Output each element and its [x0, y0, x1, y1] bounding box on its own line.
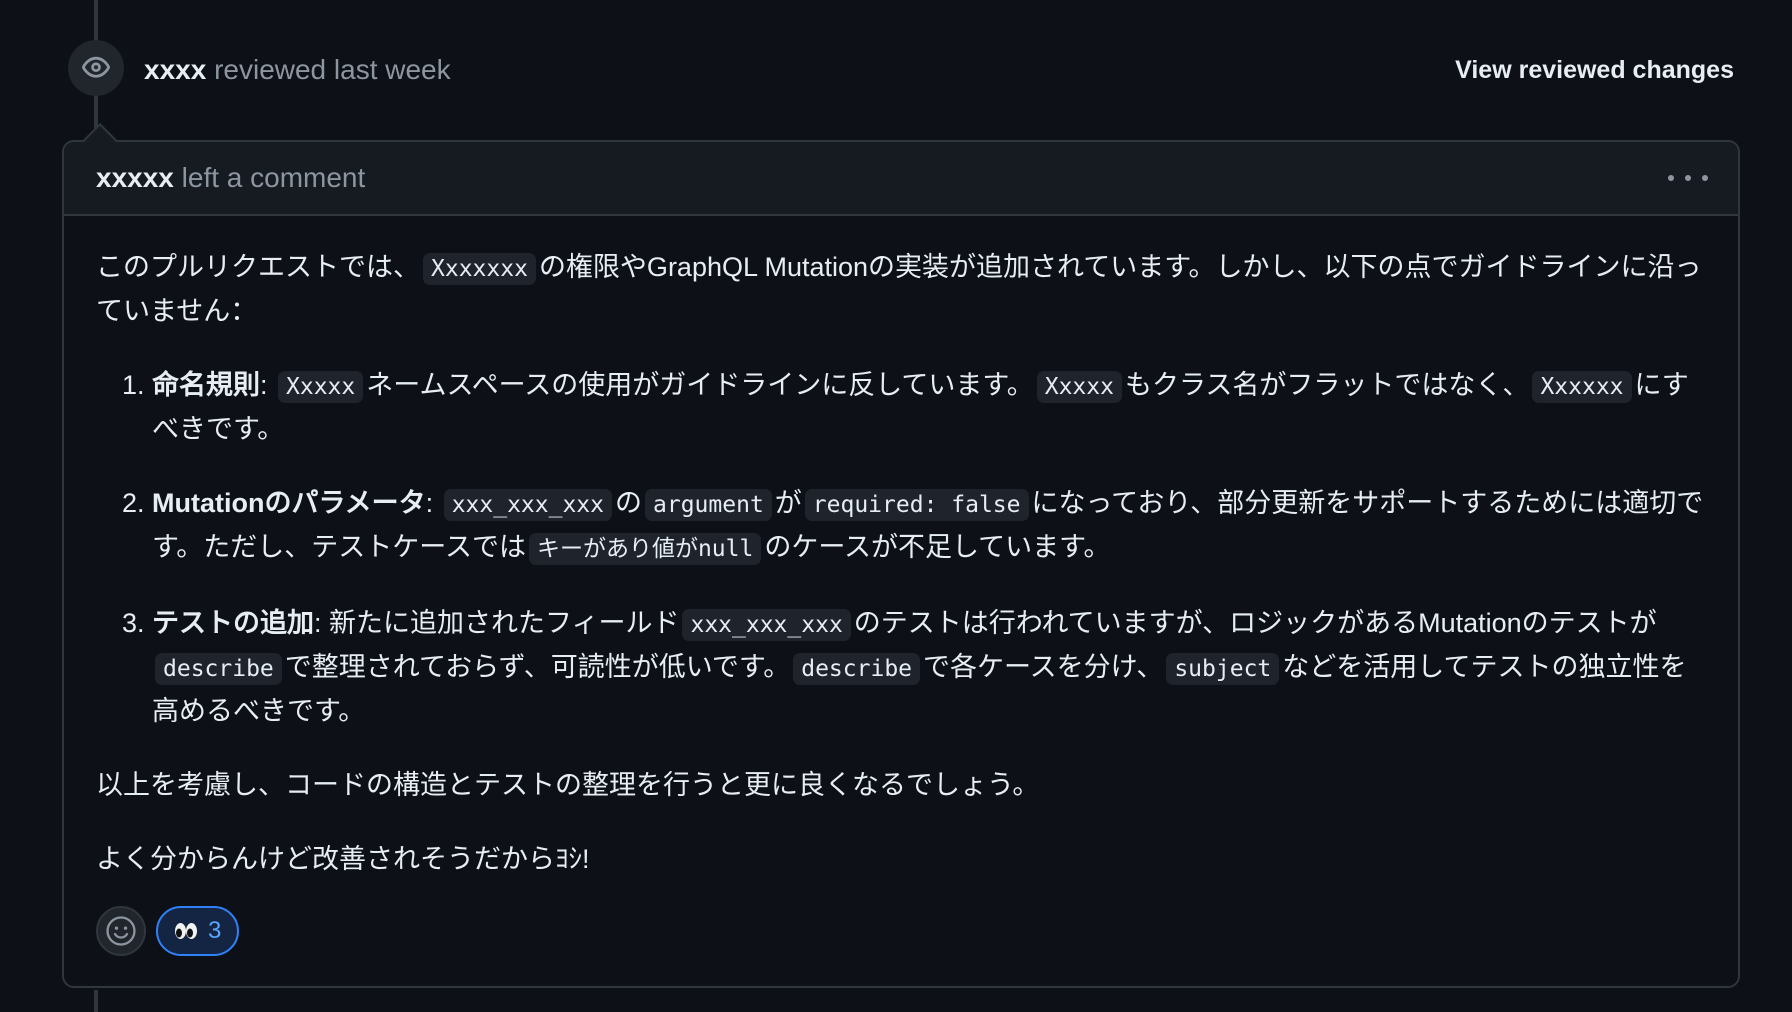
inline-code: Xxxxx [278, 371, 364, 403]
inline-code: xxx_xxx_xxx [443, 489, 613, 521]
reactions-bar: 3 [96, 906, 240, 956]
issue-text: のテストは行われていますが、ロジックがあるMutationのテストが [853, 608, 1657, 638]
inline-code: argument [645, 489, 772, 521]
inline-code: describe [155, 653, 282, 685]
issue-text: で各ケースを分け、 [923, 652, 1164, 682]
issue-list: 命名規則: Xxxxxネームスペースの使用がガイドラインに反しています。Xxxx… [96, 364, 1710, 732]
issue-text: もクラス名がフラットではなく、 [1124, 370, 1530, 400]
review-summary: xxxx reviewed last week [144, 54, 451, 86]
smiley-icon [106, 916, 136, 946]
reaction-count: 3 [208, 917, 222, 944]
issue-text: : [425, 488, 441, 518]
view-reviewed-changes-link[interactable]: View reviewed changes [1455, 54, 1734, 86]
reviewer-name[interactable]: xxxx [144, 54, 206, 85]
issue-item: 命名規則: Xxxxxネームスペースの使用がガイドラインに反しています。Xxxx… [152, 364, 1710, 450]
issue-text: の [615, 488, 643, 518]
issue-title: 命名規則 [152, 370, 260, 400]
comment-body: このプルリクエストでは、 Xxxxxxx の権限やGraphQL Mutationの… [96, 246, 1710, 912]
inline-code: required: false [804, 489, 1029, 521]
inline-code: Xxxxx [1036, 371, 1122, 403]
issue-item: テストの追加: 新たに追加されたフィールドxxx_xxx_xxxのテストは行われ… [152, 602, 1710, 732]
eye-icon [68, 40, 124, 96]
kebab-horizontal-icon[interactable] [1668, 164, 1708, 192]
inline-code: subject [1166, 653, 1280, 685]
timeline-line-bottom [94, 990, 98, 1012]
add-reaction-button[interactable] [96, 906, 146, 956]
timeline-line-top [94, 0, 98, 40]
inline-code: Xxxxxxx [423, 253, 536, 285]
issue-text: : [260, 370, 276, 400]
comment-author-line: xxxxx left a comment [96, 162, 365, 194]
review-action-text: reviewed last week [214, 54, 451, 85]
issue-text: : 新たに追加されたフィールド [314, 608, 680, 638]
issue-title: Mutationのパラメータ [152, 488, 426, 518]
issue-title: テストの追加 [152, 608, 314, 638]
inline-code: xxx_xxx_xxx [682, 609, 851, 641]
inline-code: キーがあり値がnull [528, 533, 762, 565]
eyes-emoji [174, 920, 198, 942]
comment-header: xxxxx left a comment [64, 142, 1738, 216]
issue-item: Mutationのパラメータ: xxx_xxx_xxxのargumentがreq… [152, 482, 1710, 570]
pull-request-timeline: xxxx reviewed last week View reviewed ch… [0, 0, 1792, 1012]
comment-author-name[interactable]: xxxxx [96, 162, 174, 193]
issue-text: が [774, 488, 802, 518]
review-comment: xxxxx left a comment このプルリクエストでは、 Xxxxxxx… [62, 123, 1740, 988]
inline-code: Xxxxxx [1532, 371, 1632, 403]
issue-text: で整理されておらず、可読性が低いです。 [284, 652, 791, 682]
comment-closing: よく分からんけど改善されそうだからﾖｼ! [96, 844, 590, 874]
issue-text: ネームスペースの使用がガイドラインに反しています。 [366, 370, 1034, 400]
eyes-reaction-button[interactable]: 3 [156, 906, 240, 956]
comment-intro: このプルリクエストでは、 Xxxxxxx の権限やGraphQL Mutationの… [96, 252, 1702, 326]
comment-conclusion: 以上を考慮し、コードの構造とテストの整理を行うと更に良くなるでしょう。 [96, 770, 1040, 800]
comment-action-text: left a comment [181, 162, 366, 193]
inline-code: describe [793, 653, 921, 685]
issue-text: のケースが不足しています。 [764, 532, 1111, 562]
review-event-header: xxxx reviewed last week View reviewed ch… [68, 40, 1734, 96]
